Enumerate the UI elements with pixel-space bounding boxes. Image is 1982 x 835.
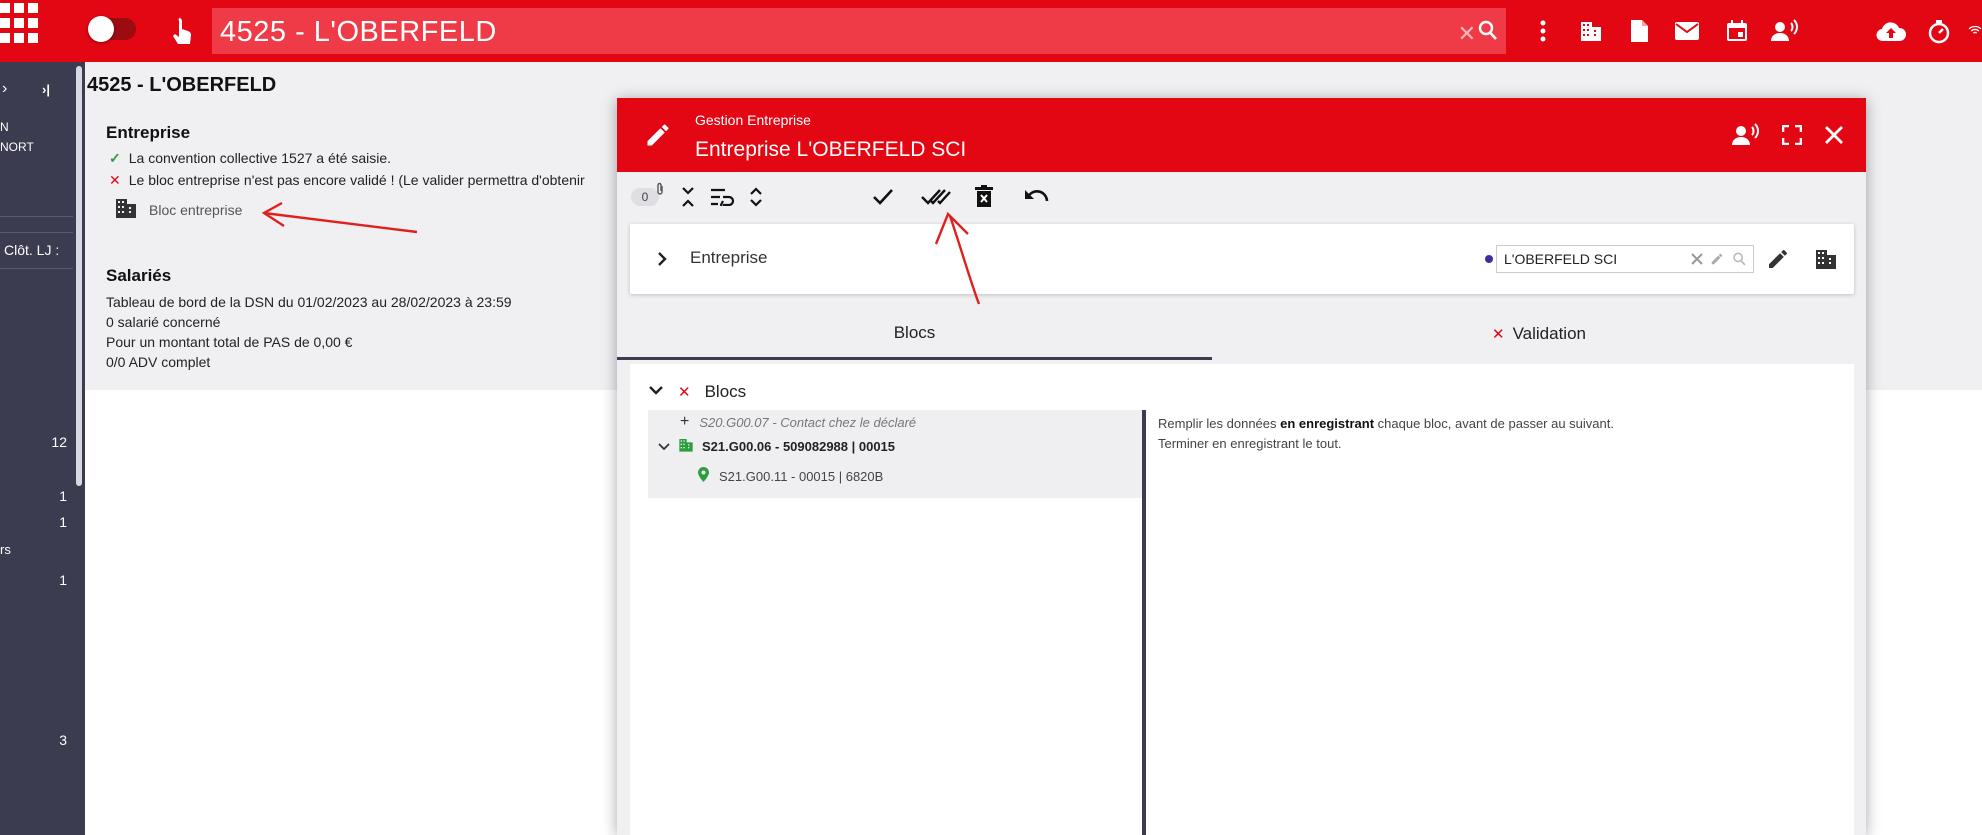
sidebar-item-label[interactable]: N bbox=[0, 120, 9, 134]
building-icon[interactable] bbox=[1576, 16, 1606, 46]
wifi-icon[interactable] bbox=[1968, 16, 1982, 46]
salaries-heading: Salariés bbox=[106, 266, 172, 285]
salaries-line: 0/0 ADV complet bbox=[106, 354, 211, 370]
clear-icon[interactable] bbox=[1689, 251, 1705, 267]
entreprise-card-label: Entreprise bbox=[690, 248, 768, 267]
timer-icon[interactable] bbox=[1924, 16, 1954, 46]
calendar-icon[interactable] bbox=[1722, 16, 1752, 46]
clear-search-icon[interactable]: ✕ bbox=[1458, 21, 1476, 47]
sidebar-count: 12 bbox=[51, 434, 67, 450]
gestion-entreprise-dialog: Gestion Entreprise Entreprise L'OBERFELD… bbox=[617, 98, 1866, 835]
dialog-tabs: Blocs ✕ Validation bbox=[617, 308, 1866, 360]
status-line-error: ✕ Le bloc entreprise n'est pas encore val… bbox=[109, 172, 585, 188]
location-pin-icon bbox=[698, 467, 709, 485]
search-field[interactable]: 4525 - L'OBERFELD ✕ bbox=[212, 8, 1506, 54]
left-sidebar: › ›| N NORT Clôt. LJ : 12 1 1 rs 1 3 bbox=[0, 62, 73, 835]
edit-icon bbox=[643, 120, 673, 150]
dialog-toolbar: 0 bbox=[617, 172, 1866, 222]
page-title: 4525 - L'OBERFELD bbox=[87, 74, 277, 96]
dialog-header: Gestion Entreprise Entreprise L'OBERFELD… bbox=[617, 98, 1866, 172]
tab-validation[interactable]: ✕ Validation bbox=[1212, 308, 1866, 360]
tree-item-contact[interactable]: + S20.G00.07 - Contact chez le déclaré bbox=[680, 410, 916, 434]
apps-grid-icon[interactable] bbox=[0, 0, 44, 44]
dialog-subtitle: Gestion Entreprise bbox=[695, 112, 811, 128]
voice-icon[interactable] bbox=[1770, 16, 1800, 46]
fullscreen-icon[interactable] bbox=[1779, 122, 1805, 148]
check-icon[interactable] bbox=[868, 182, 898, 212]
sidebar-item-label[interactable]: NORT bbox=[0, 140, 34, 154]
entreprise-card: Entreprise L'OBERFELD SCI bbox=[630, 224, 1854, 294]
collapse-all-icon[interactable] bbox=[673, 182, 703, 212]
blocs-tree: + S20.G00.07 - Contact chez le déclaré S… bbox=[648, 410, 1142, 498]
sidebar-item-label[interactable]: rs bbox=[0, 542, 11, 557]
top-bar: 4525 - L'OBERFELD ✕ bbox=[0, 0, 1982, 62]
edit-icon[interactable] bbox=[1764, 245, 1792, 273]
search-input[interactable]: 4525 - L'OBERFELD bbox=[220, 16, 497, 49]
undo-icon[interactable] bbox=[1022, 182, 1052, 212]
panel-divider[interactable] bbox=[1142, 410, 1146, 835]
expand-icon[interactable]: › bbox=[2, 80, 7, 98]
building-icon[interactable] bbox=[1812, 245, 1840, 273]
status-line-ok: ✓ La convention collective 1527 a été sai… bbox=[109, 150, 392, 166]
cloud-upload-icon[interactable] bbox=[1876, 16, 1906, 46]
pencil-icon[interactable] bbox=[1709, 251, 1725, 267]
blocs-panel: ✕ Blocs + S20.G00.07 - Contact chez le d… bbox=[630, 364, 1854, 835]
sidebar-count: 1 bbox=[59, 572, 67, 588]
touch-icon[interactable] bbox=[168, 16, 196, 46]
cross-icon: ✕ bbox=[678, 384, 691, 401]
wrap-icon[interactable] bbox=[707, 182, 737, 212]
info-icon[interactable] bbox=[1485, 255, 1493, 263]
document-icon[interactable] bbox=[1624, 16, 1654, 46]
sidebar-count: 1 bbox=[59, 514, 67, 530]
building-icon bbox=[113, 196, 139, 223]
help-text: Remplir les données en enregistrant chaq… bbox=[1158, 416, 1614, 451]
bloc-entreprise-link[interactable]: Bloc entreprise bbox=[113, 196, 242, 223]
sidebar-count: 1 bbox=[59, 488, 67, 504]
salaries-line: 0 salarié concerné bbox=[106, 314, 221, 330]
double-check-icon[interactable] bbox=[921, 182, 951, 212]
building-icon bbox=[678, 437, 694, 456]
search-icon[interactable] bbox=[1731, 251, 1747, 267]
plus-icon[interactable]: + bbox=[680, 413, 689, 431]
tree-item-etablissement[interactable]: S21.G00.06 - 509082988 | 00015 bbox=[658, 434, 895, 458]
check-icon: ✓ bbox=[109, 150, 121, 166]
delete-icon[interactable] bbox=[969, 182, 999, 212]
sidebar-item-label[interactable]: Clôt. LJ : bbox=[4, 242, 59, 258]
expand-all-icon[interactable] bbox=[741, 182, 771, 212]
entreprise-heading: Entreprise bbox=[106, 123, 191, 142]
tree-item-lieu-travail[interactable]: S21.G00.11 - 00015 | 6820B bbox=[698, 464, 883, 488]
chevron-down-icon[interactable] bbox=[658, 439, 670, 454]
mode-toggle[interactable] bbox=[88, 16, 136, 42]
blocs-header[interactable]: ✕ Blocs bbox=[648, 382, 746, 402]
sidebar-scrollbar[interactable] bbox=[73, 62, 85, 835]
chevron-right-icon[interactable] bbox=[654, 248, 670, 270]
tab-blocs[interactable]: Blocs bbox=[617, 308, 1212, 360]
mail-icon[interactable] bbox=[1672, 16, 1702, 46]
more-vert-icon[interactable] bbox=[1528, 16, 1558, 46]
paperclip-icon[interactable] bbox=[653, 182, 667, 196]
search-icon[interactable] bbox=[1478, 20, 1498, 42]
entreprise-input[interactable]: L'OBERFELD SCI bbox=[1496, 245, 1754, 273]
salaries-line: Tableau de bord de la DSN du 01/02/2023 … bbox=[106, 294, 512, 310]
sidebar-count: 3 bbox=[59, 732, 67, 748]
cross-icon: ✕ bbox=[1492, 326, 1505, 343]
collapse-sidebar-icon[interactable]: ›| bbox=[42, 82, 50, 97]
salaries-line: Pour un montant total de PAS de 0,00 € bbox=[106, 334, 353, 350]
chevron-down-icon[interactable] bbox=[648, 382, 664, 402]
close-icon[interactable] bbox=[1821, 122, 1847, 148]
cross-icon: ✕ bbox=[109, 172, 121, 188]
dialog-title: Entreprise L'OBERFELD SCI bbox=[695, 138, 967, 161]
voice-icon[interactable] bbox=[1731, 122, 1761, 148]
